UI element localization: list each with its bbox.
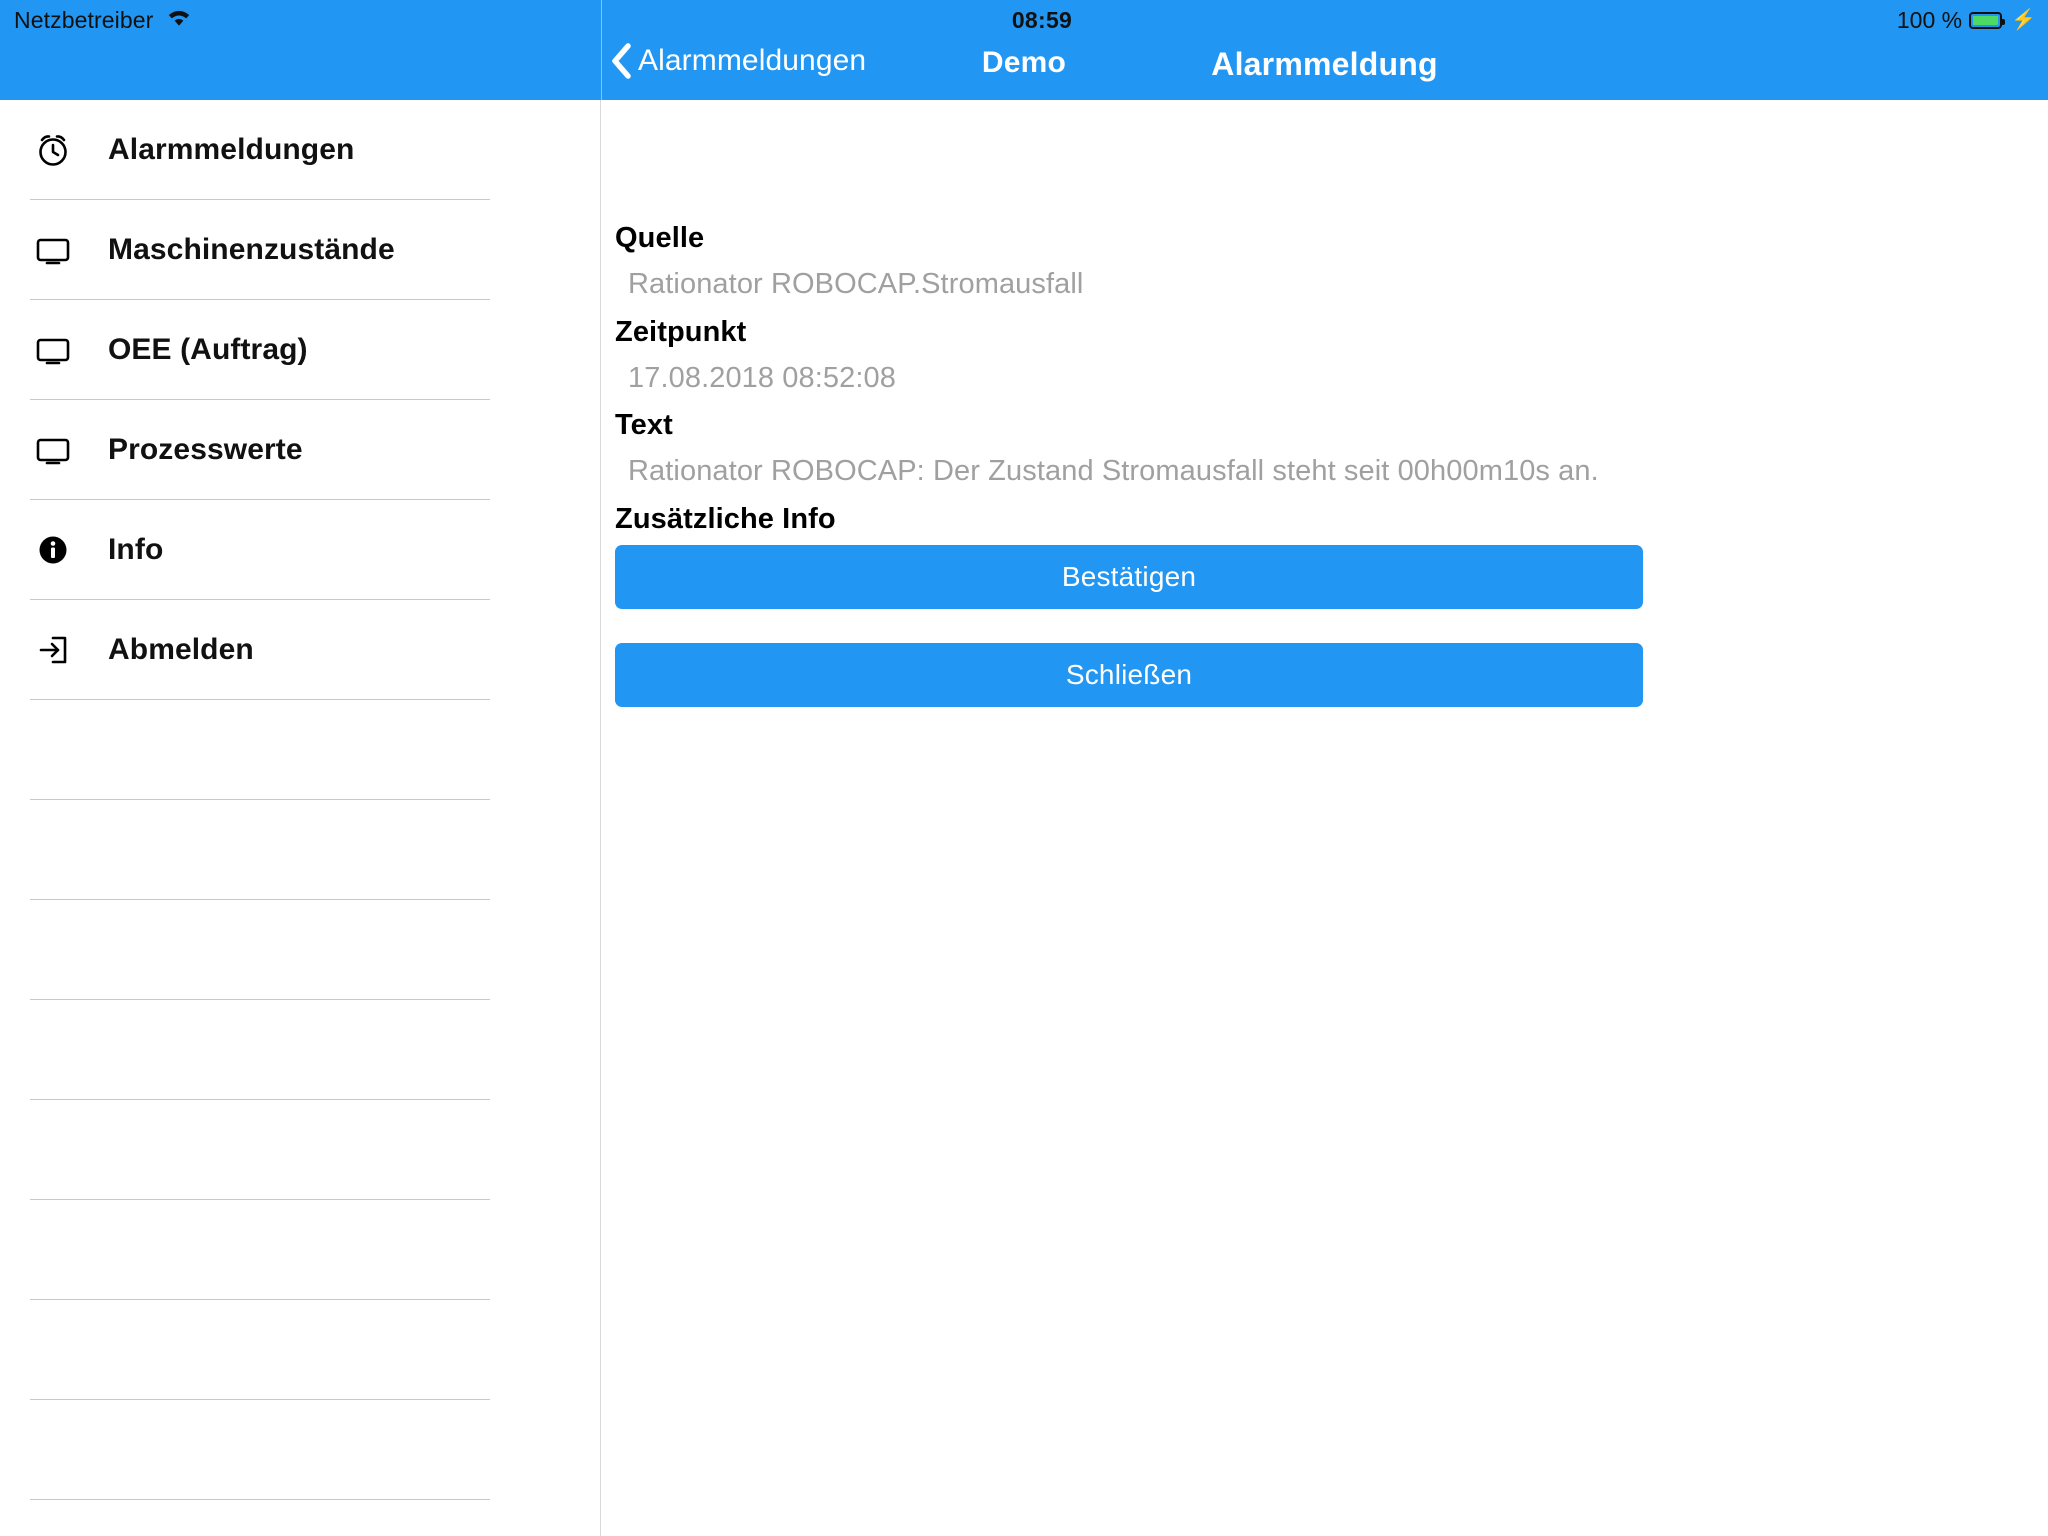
sidebar-item-label: Alarmmeldungen — [108, 133, 355, 166]
field-value-quelle: Rationator ROBOCAP.Stromausfall — [628, 268, 1084, 300]
detail-title: Alarmmeldung — [1211, 46, 1438, 82]
clock-label: 08:59 — [1011, 6, 1073, 33]
sidebar-item-maschinenzustaende[interactable]: Maschinenzustände — [0, 200, 600, 300]
sidebar-empty-row — [0, 1200, 600, 1300]
sidebar-item-abmelden[interactable]: Abmelden — [0, 600, 600, 700]
field-value-zeitpunkt: 17.08.2018 08:52:08 — [628, 362, 896, 394]
sidebar-empty-row — [0, 1300, 600, 1400]
alarm-detail-pane: Quelle Rationator ROBOCAP.Stromausfall Z… — [602, 100, 2048, 1536]
field-label-text: Text — [615, 409, 673, 441]
battery-percent-label: 100 % — [1896, 6, 1963, 33]
field-value-text: Rationator ROBOCAP: Der Zustand Stromaus… — [628, 455, 1599, 487]
monitor-icon — [25, 430, 81, 470]
sidebar-empty-row — [0, 1000, 600, 1100]
sidebar-item-label: OEE (Auftrag) — [108, 333, 308, 366]
info-circle-icon — [25, 530, 81, 570]
sidebar-item-oee-auftrag[interactable]: OEE (Auftrag) — [0, 300, 600, 400]
sidebar-empty-row — [0, 700, 600, 800]
battery-fill — [1973, 15, 1999, 25]
close-button[interactable]: Schließen — [615, 643, 1643, 707]
logout-icon — [25, 630, 81, 670]
sidebar-empty-row — [0, 800, 600, 900]
status-bar: Netzbetreiber 08:59 100 % ⚡ — [0, 0, 2048, 40]
sidebar-item-label: Prozesswerte — [108, 433, 303, 466]
sidebar-empty-row — [0, 1400, 600, 1500]
sidebar-empty-row — [0, 1500, 600, 1536]
field-label-zusaetzliche-info: Zusätzliche Info — [615, 503, 836, 535]
alarm-clock-icon — [25, 130, 81, 170]
monitor-icon — [25, 230, 81, 270]
lightning-bolt-icon: ⚡ — [2011, 9, 2036, 31]
sidebar-empty-row — [0, 900, 600, 1000]
monitor-icon — [25, 330, 81, 370]
app-root: Netzbetreiber 08:59 100 % ⚡ Demo Alarmme… — [0, 0, 2048, 1536]
status-bar-right: 100 % ⚡ — [1897, 0, 2036, 40]
sidebar-item-label: Maschinenzustände — [108, 233, 395, 266]
navbar-divider — [601, 0, 602, 100]
field-label-quelle: Quelle — [615, 222, 705, 254]
confirm-button[interactable]: Bestätigen — [615, 545, 1643, 609]
sidebar-item-label: Info — [108, 533, 164, 566]
status-bar-center: 08:59 — [0, 0, 2048, 40]
sidebar-item-prozesswerte[interactable]: Prozesswerte — [0, 400, 600, 500]
sidebar: Alarmmeldungen Maschinenzustände OEE (Au… — [0, 100, 601, 1536]
sidebar-item-alarmmeldungen[interactable]: Alarmmeldungen — [0, 100, 600, 200]
sidebar-item-label: Abmelden — [108, 633, 254, 666]
field-label-zeitpunkt: Zeitpunkt — [615, 316, 747, 348]
sidebar-empty-row — [0, 1100, 600, 1200]
battery-icon — [1969, 11, 2006, 29]
sidebar-item-info[interactable]: Info — [0, 500, 600, 600]
